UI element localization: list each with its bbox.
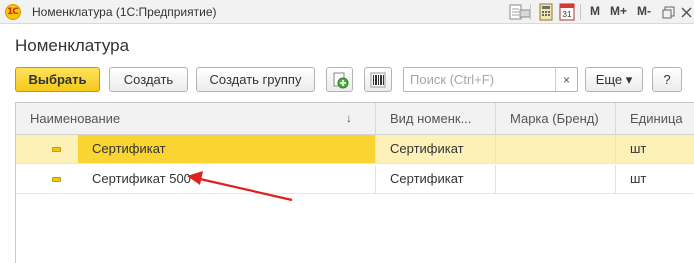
barcode-button[interactable] [364, 67, 392, 92]
app-logo-icon[interactable]: 1С [5, 4, 21, 20]
table-header: Наименование ↓ Вид номенк... Марка (Брен… [16, 103, 694, 135]
cell-kind[interactable]: Сертификат [376, 165, 496, 193]
select-button[interactable]: Выбрать [15, 67, 100, 92]
calculator-icon[interactable] [538, 3, 554, 21]
column-header-label: Марка (Бренд) [510, 111, 599, 126]
column-header-label: Вид номенк... [390, 111, 472, 126]
barcode-icon [370, 72, 386, 87]
cell-unit[interactable]: шт [616, 135, 694, 163]
create-button[interactable]: Создать [109, 67, 188, 92]
nomenclature-table[interactable]: Наименование ↓ Вид номенк... Марка (Брен… [15, 102, 694, 263]
cell-name[interactable]: Сертификат [78, 135, 376, 163]
restore-window-icon[interactable] [662, 3, 676, 21]
memory-button[interactable]: M [590, 4, 600, 18]
calendar-icon[interactable]: 31 [559, 3, 575, 21]
column-header-unit[interactable]: Единица [616, 103, 694, 134]
more-button[interactable]: Еще ▾ [585, 67, 643, 92]
help-button[interactable]: ? [652, 67, 682, 92]
window-titlebar: 1С Номенклатура (1С:Предприятие) 31 M M+… [0, 0, 694, 24]
create-group-button[interactable]: Создать группу [196, 67, 315, 92]
column-header-label: Наименование [30, 111, 121, 126]
search-field[interactable]: × [403, 67, 578, 92]
toolbar-separator [530, 4, 531, 20]
app-logo-text: 1С [7, 7, 19, 17]
table-row[interactable]: Сертификат 500 Сертификат шт [16, 165, 694, 194]
add-copy-icon [333, 72, 348, 88]
cell-brand[interactable] [496, 165, 616, 193]
item-icon [52, 177, 61, 182]
memory-plus-button[interactable]: M+ [610, 4, 627, 18]
memory-minus-button[interactable]: M- [637, 4, 651, 18]
sort-down-icon[interactable]: ↓ [346, 103, 352, 134]
form-title: Номенклатура [15, 36, 130, 55]
copy-add-button[interactable] [326, 67, 353, 92]
column-header-brand[interactable]: Марка (Бренд) [496, 103, 616, 134]
table-row[interactable]: Сертификат Сертификат шт [16, 135, 694, 164]
item-icon [52, 147, 61, 152]
close-window-icon[interactable] [680, 3, 694, 21]
cell-name[interactable]: Сертификат 500 [66, 165, 376, 193]
cell-brand[interactable] [496, 135, 616, 163]
calendar-day: 31 [563, 10, 572, 19]
column-header-name[interactable]: Наименование [16, 103, 376, 134]
window-title: Номенклатура (1С:Предприятие) [32, 5, 217, 19]
cell-kind[interactable]: Сертификат [376, 135, 496, 163]
toolbar-separator [580, 4, 581, 20]
search-input[interactable] [404, 68, 554, 91]
column-header-label: Единица [630, 111, 683, 126]
column-header-kind[interactable]: Вид номенк... [376, 103, 496, 134]
cell-unit[interactable]: шт [616, 165, 694, 193]
search-clear-button[interactable]: × [555, 68, 577, 91]
